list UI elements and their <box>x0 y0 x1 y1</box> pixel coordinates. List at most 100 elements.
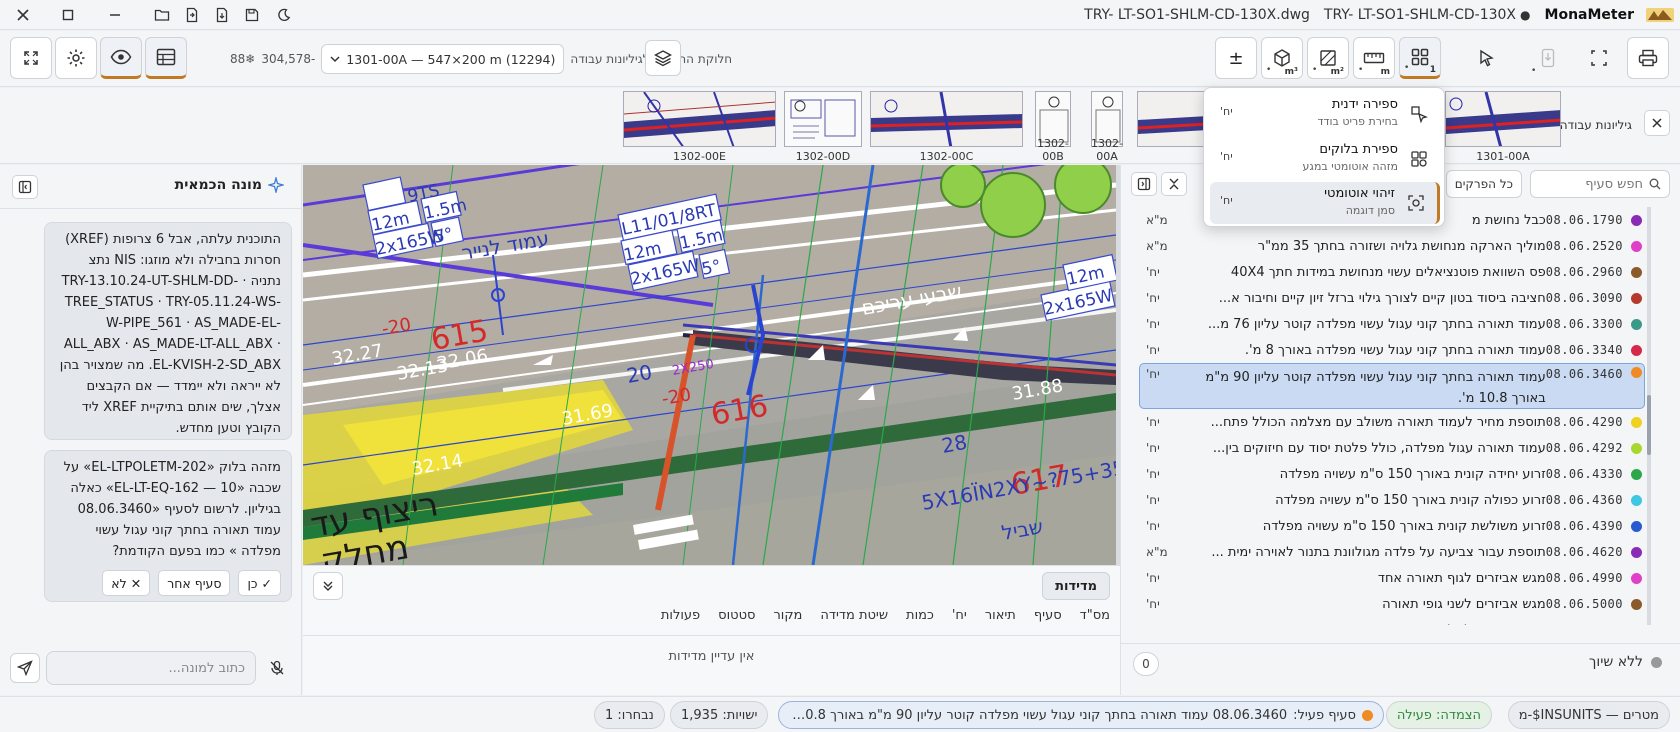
tab-name[interactable]: TRY- LT-SO1-SHLM-CD-130X <box>1324 7 1516 23</box>
select-tool-button[interactable] <box>1466 37 1508 79</box>
items-footer: ללא שיוך 0 <box>1121 643 1680 683</box>
plan-select[interactable]: 1301-00A — 547×200 m (12294) <box>321 44 565 74</box>
menu-item-unit: יח' <box>1220 150 1233 163</box>
fullscreen-button[interactable] <box>10 37 52 79</box>
sheet-thumb[interactable]: 1302-00E <box>623 91 776 163</box>
menu-item-block-count[interactable]: ספירת בלוקים מזהה אוטומטי במגע יח' <box>1210 138 1440 180</box>
column-header[interactable]: יח' <box>952 608 967 634</box>
column-header[interactable]: כמות <box>906 608 934 634</box>
sheet-thumb[interactable]: 1302-00C <box>870 91 1023 163</box>
import-file-icon[interactable] <box>179 3 205 27</box>
collapse-measurements-button[interactable] <box>313 572 343 600</box>
column-header[interactable]: פעולות <box>661 608 700 634</box>
item-row[interactable]: 08.06.5010מגש אביזרים לשלושה גופי תאורהי… <box>1139 617 1645 625</box>
unassigned-filter[interactable]: ללא שיוך <box>1589 654 1662 670</box>
send-button[interactable] <box>10 653 40 683</box>
area-tool-button[interactable]: m² • <box>1307 37 1349 79</box>
answer-no-button[interactable]: ✕ לא <box>102 570 151 596</box>
item-color-dot <box>1631 318 1642 330</box>
visibility-button[interactable] <box>100 37 142 79</box>
sheet-thumb[interactable]: 1302-00A <box>1091 91 1123 163</box>
open-folder-icon[interactable] <box>149 3 175 27</box>
items-scroll-thumb[interactable] <box>1647 395 1651 455</box>
assistant-question: מזהה בלוק «EL-LTPOLETM-202» על שכבה «10 … <box>44 450 292 602</box>
item-row[interactable]: 08.06.4330 זרוע יחידה קונית באורך 150 ס"מ… <box>1139 461 1645 487</box>
plus-minus-button[interactable]: ± <box>1215 37 1257 79</box>
close-sheets-button[interactable] <box>1644 110 1670 136</box>
collapse-panel-button[interactable] <box>12 175 38 199</box>
close-icon <box>1652 118 1662 128</box>
drawing-canvas[interactable]: 9TS 12m 1.5m 2x165W 5° L11/01/8RT 12m 1.… <box>303 165 1116 565</box>
menu-item-subtitle: בחירת פריט בודד <box>1317 115 1398 128</box>
sheet-thumb-partial[interactable] <box>1137 91 1207 163</box>
item-row[interactable]: 08.06.2520 מוליך הארקה מנחושת גלויה ושזור… <box>1139 233 1645 259</box>
item-row[interactable]: 08.06.4390 זרוע משולשת קונית באורך 150 ס"… <box>1139 513 1645 539</box>
mute-mic-button[interactable] <box>262 653 292 683</box>
active-item-status[interactable]: סעיף פעיל: 08.06.3460 עמוד תאורה בחתך קו… <box>778 701 1384 729</box>
layers-button[interactable] <box>645 40 681 76</box>
assistant-title-text: מונה הכמאית <box>174 177 262 193</box>
units-status[interactable]: מטרים — INSUNITS$-מ <box>1507 701 1670 729</box>
item-code: 08.06.3300 <box>1545 317 1623 331</box>
item-description: זרוע משולשת קונית באורך 150 ס"מ עשויה מפ… <box>1262 518 1546 534</box>
item-color-dot <box>1631 520 1642 532</box>
column-header[interactable]: שיטת מדידה <box>820 608 888 634</box>
item-row[interactable]: 08.06.3300 עמוד תאורה בחתך קוני עגול עשוי… <box>1139 311 1645 337</box>
items-panel: חפש סעיף כל הפרקים 08.06.1790 כבל נחושת מ… <box>1120 165 1680 695</box>
item-row[interactable]: 08.06.3340 עמוד תאורה בחתך קוני עגול עשוי… <box>1139 337 1645 363</box>
item-row[interactable]: 08.06.5000 מגש אביזרים לשני גופי תאורה יח' <box>1139 591 1645 617</box>
item-row[interactable]: 08.06.4990 מגש אביזרים לגוף תאורה אחד יח' <box>1139 565 1645 591</box>
export-file-icon[interactable] <box>209 3 235 27</box>
print-button[interactable] <box>1627 37 1669 79</box>
minimize-window-icon[interactable] <box>102 3 128 27</box>
save-icon[interactable] <box>239 3 265 27</box>
blocks-count-button[interactable]: 1 • <box>1399 37 1441 79</box>
item-row[interactable]: 08.06.4360 זרוע כפולה קונית באורך 150 ס"מ… <box>1139 487 1645 513</box>
maximize-window-icon[interactable] <box>55 3 81 27</box>
collapse-icon <box>1169 178 1179 190</box>
dark-mode-icon[interactable] <box>271 3 297 27</box>
item-row[interactable]: 08.06.3460 עמוד תאורה בחתך קוני עגול עשוי… <box>1139 363 1645 409</box>
sheet-thumb[interactable]: 1302-00B <box>1035 91 1071 163</box>
measurements-tab[interactable]: מדידות <box>1042 572 1110 600</box>
column-header[interactable]: סטטוס <box>718 608 755 634</box>
linear-tool-button[interactable]: m • <box>1353 37 1395 79</box>
menu-item-title: ספירה ידנית <box>1331 97 1398 112</box>
menu-item-manual-count[interactable]: ספירה ידנית בחירת פריט בודד יח' <box>1210 93 1440 135</box>
snap-status[interactable]: הצמדה: פעילה <box>1385 701 1492 729</box>
table-view-button[interactable] <box>145 37 187 79</box>
item-description: מגש אביזרים לשלושה גופי תאורה <box>1174 623 1546 626</box>
column-header[interactable]: מקור <box>773 608 802 634</box>
sheet-name: 1302-00E <box>673 150 726 163</box>
answer-other-button[interactable]: סעיף אחר <box>158 570 231 596</box>
x-icon: ✕ <box>130 575 142 591</box>
settings-button[interactable] <box>55 37 97 79</box>
assistant-input[interactable]: כתוב למונה... <box>46 651 256 685</box>
item-color-dot <box>1631 442 1642 454</box>
item-row[interactable]: 08.06.4292 עמוד תאורה עגול מפלדה, כולל פל… <box>1139 435 1645 461</box>
item-search-input[interactable]: חפש סעיף <box>1530 170 1670 198</box>
item-description: זרוע כפולה קונית באורך 150 ס"מ עשויה מפל… <box>1275 492 1546 508</box>
item-row[interactable]: 08.06.4290 תוספת מחיר לעמוד תאורה משולב ע… <box>1139 409 1645 435</box>
select-area-button[interactable] <box>1578 37 1620 79</box>
sheet-thumb-active[interactable]: 1301-00A <box>1445 91 1561 163</box>
volume-tool-button[interactable]: m³ • <box>1261 37 1303 79</box>
phone-export-button[interactable]: • <box>1527 37 1569 79</box>
chapters-filter[interactable]: כל הפרקים <box>1445 170 1522 198</box>
item-row[interactable]: 08.06.2960 פס השוואת פוטנציאלים עשוי מנחו… <box>1139 259 1645 285</box>
collapse-items-button[interactable] <box>1161 172 1187 196</box>
item-description: תוספת עבור צביעה על פלדה מגולוונת בתנור … <box>1211 544 1546 560</box>
column-header[interactable]: תיאור <box>985 608 1016 634</box>
toggle-panel-button[interactable] <box>1131 172 1157 196</box>
close-window-icon[interactable] <box>10 3 36 27</box>
menu-item-auto-detect[interactable]: זיהוי אוטומטי סמן דוגמה יח' <box>1210 182 1440 224</box>
column-header[interactable]: סעיף <box>1034 608 1062 634</box>
active-item-label: סעיף פעיל: <box>1293 707 1356 723</box>
measurements-panel: מדידות מס"ד סעיף תיאור יח' כמות שיטת מדי… <box>303 565 1120 695</box>
item-row[interactable]: 08.06.4620 תוספת עבור צביעה על פלדה מגולו… <box>1139 539 1645 565</box>
item-row[interactable]: 08.06.3090 חציבה ביסוד בטון קיים לצורך גי… <box>1139 285 1645 311</box>
volume-unit: m³ <box>1284 67 1298 77</box>
column-header[interactable]: מס"ד <box>1080 608 1110 634</box>
answer-yes-button[interactable]: ✓ כן <box>238 570 281 596</box>
sheet-thumb[interactable]: 1302-00D <box>784 91 862 163</box>
